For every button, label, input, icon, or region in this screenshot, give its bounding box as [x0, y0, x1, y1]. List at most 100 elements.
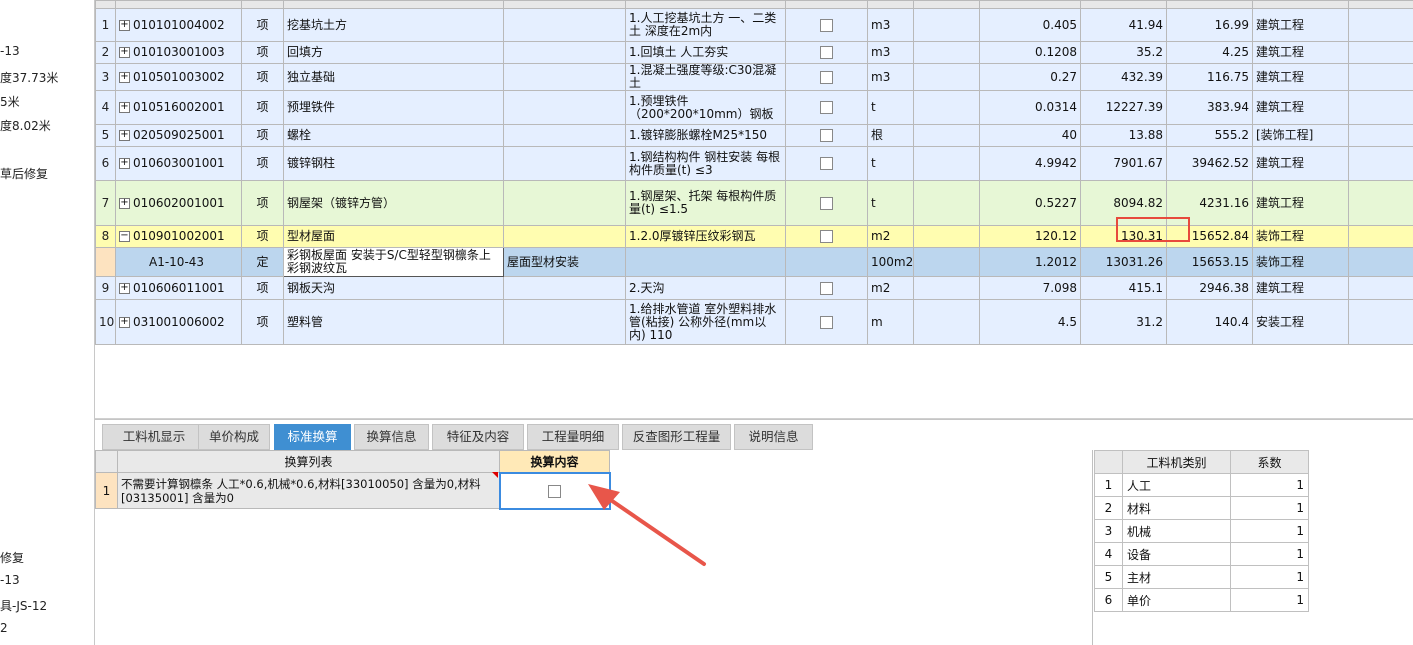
tab-conversion-info[interactable]: 换算信息 — [354, 424, 429, 450]
expand-icon[interactable]: + — [119, 102, 130, 113]
expand-icon[interactable]: + — [119, 158, 130, 169]
item-name[interactable]: 镀锌钢柱 — [283, 146, 504, 181]
tab-labor-material-machine[interactable]: 工料机显示 — [102, 424, 206, 450]
item-name[interactable]: 型材屋面 — [283, 225, 504, 248]
item-code-cell[interactable]: +010606011001 — [115, 276, 242, 300]
item-name[interactable]: 彩钢板屋面 安装于S/C型轻型钢檩条上 彩钢波纹瓦 — [283, 247, 504, 277]
item-name[interactable]: 挖基坑土方 — [283, 8, 504, 42]
table-row[interactable]: 6 +010603001001 项镀锌钢柱 1.钢结构构件 钢柱安装 每根构件质量(t… — [95, 146, 1413, 181]
checkbox-cell[interactable] — [785, 276, 868, 300]
checkbox-cell[interactable] — [785, 8, 868, 42]
item-name[interactable]: 钢屋架（镀锌方管） — [283, 180, 504, 226]
coef-value[interactable]: 1 — [1230, 519, 1309, 543]
coef-value[interactable]: 1 — [1230, 473, 1309, 497]
checkbox-cell[interactable] — [785, 90, 868, 125]
item-code-cell[interactable]: +010516002001 — [115, 90, 242, 125]
item-category: 建筑工程 — [1252, 8, 1349, 42]
coef-value[interactable]: 1 — [1230, 542, 1309, 566]
item-code: 010602001001 — [133, 195, 225, 210]
expand-icon[interactable]: + — [119, 282, 130, 294]
coef-value[interactable]: 1 — [1230, 496, 1309, 520]
item-code-cell[interactable]: +010602001001 — [115, 180, 242, 226]
tab-features[interactable]: 特征及内容 — [432, 424, 524, 450]
item-total: 2946.38 — [1166, 276, 1253, 300]
checkbox-cell[interactable] — [785, 146, 868, 181]
item-code-cell[interactable]: +010103001003 — [115, 41, 242, 64]
table-row[interactable]: 10 +031001006002 项塑料管 1.给排水管道 室外塑料排水管(粘接) 公… — [95, 299, 1413, 345]
tab-description[interactable]: 说明信息 — [734, 424, 813, 450]
coef-row[interactable]: 2 材料 1 — [1094, 496, 1309, 520]
item-name[interactable]: 塑料管 — [283, 299, 504, 345]
coef-row[interactable]: 3 机械 1 — [1094, 519, 1309, 543]
row-checkbox[interactable] — [820, 18, 833, 32]
row-checkbox[interactable] — [820, 101, 833, 114]
item-name[interactable]: 钢板天沟 — [283, 276, 504, 300]
item-code: 010516002001 — [133, 100, 225, 114]
row-checkbox[interactable] — [820, 281, 833, 295]
item-name[interactable]: 独立基础 — [283, 63, 504, 91]
checkbox-cell[interactable] — [785, 180, 868, 226]
item-code-cell[interactable]: +010603001001 — [115, 146, 242, 181]
coef-row[interactable]: 4 设备 1 — [1094, 542, 1309, 566]
tab-unit-price[interactable]: 单价构成 — [198, 424, 270, 450]
row-checkbox[interactable] — [820, 230, 833, 243]
item-code-cell[interactable]: +031001006002 — [115, 299, 242, 345]
expand-icon[interactable]: + — [119, 130, 130, 141]
table-row[interactable]: 2 +010103001003 项回填方 1.回填土 人工夯实 m3 0.1208 35.2… — [95, 41, 1413, 64]
row-checkbox[interactable] — [820, 129, 833, 142]
item-category: 建筑工程 — [1252, 180, 1349, 226]
table-row[interactable]: 9 +010606011001 项钢板天沟 2.天沟 m2 7.098 415.1 2946.… — [95, 276, 1413, 300]
item-unit-price: 7901.67 — [1080, 146, 1167, 181]
row-checkbox[interactable] — [820, 315, 833, 329]
coef-row[interactable]: 1 人工 1 — [1094, 473, 1309, 497]
expand-icon[interactable]: + — [119, 197, 130, 209]
expand-icon[interactable]: + — [119, 316, 130, 328]
empty-cell — [1348, 8, 1413, 42]
table-row[interactable]: 8−010901002001 项型材屋面 1.2.0厚镀锌压纹彩钢瓦 m2 120.12… — [95, 225, 1413, 248]
checkbox-cell[interactable] — [785, 225, 868, 248]
item-feature: 1.钢屋架、托架 每根构件质量(t) ≤1.5 — [625, 180, 786, 226]
coef-value[interactable]: 1 — [1230, 565, 1309, 589]
table-row[interactable]: 5 +020509025001 项螺栓 1.镀锌膨胀螺栓M25*150 根 40 13.88… — [95, 124, 1413, 147]
item-name[interactable]: 螺栓 — [283, 124, 504, 147]
item-code-cell[interactable]: −010901002001 — [115, 225, 242, 248]
item-extra — [503, 63, 626, 91]
left-text: 度37.73米 — [0, 71, 59, 85]
item-code-cell[interactable]: +010501003002 — [115, 63, 242, 91]
tab-quantity-detail[interactable]: 工程量明细 — [527, 424, 619, 450]
checkbox-cell[interactable] — [785, 247, 868, 277]
row-checkbox[interactable] — [820, 157, 833, 170]
row-checkbox[interactable] — [820, 70, 833, 84]
table-row[interactable]: 1 +010101004002 项挖基坑土方 1.人工挖基坑土方 一、二类土 深度在2… — [95, 8, 1413, 42]
item-quantity: 0.27 — [979, 63, 1081, 91]
checkbox-cell[interactable] — [785, 63, 868, 91]
coef-row[interactable]: 6 单价 1 — [1094, 588, 1309, 612]
expand-icon[interactable]: + — [119, 19, 130, 31]
coef-row[interactable]: 5 主材 1 — [1094, 565, 1309, 589]
item-code-cell[interactable]: +010101004002 — [115, 8, 242, 42]
item-code-cell[interactable]: A1-10-43 — [115, 247, 242, 277]
tab-reverse-quantity[interactable]: 反查图形工程量 — [622, 424, 731, 450]
checkbox-cell[interactable] — [785, 299, 868, 345]
item-name[interactable]: 预埋铁件 — [283, 90, 504, 125]
expand-icon[interactable]: + — [119, 71, 130, 83]
coef-value[interactable]: 1 — [1230, 588, 1309, 612]
item-code: 010501003002 — [133, 69, 225, 84]
checkbox-cell[interactable] — [785, 124, 868, 147]
conversion-row[interactable]: 1 不需要计算钢檩条 人工*0.6,机械*0.6,材料[33010050] 含量… — [95, 471, 611, 510]
table-row[interactable]: 7 +010602001001 项钢屋架（镀锌方管） 1.钢屋架、托架 每根构件质量(… — [95, 180, 1413, 226]
checkbox-cell[interactable] — [785, 41, 868, 64]
row-checkbox[interactable] — [820, 196, 833, 210]
item-name[interactable]: 回填方 — [283, 41, 504, 64]
table-row[interactable]: A1-10-43 定彩钢板屋面 安装于S/C型轻型钢檩条上 彩钢波纹瓦 屋面型材安装… — [95, 247, 1413, 277]
conversion-checkbox[interactable] — [548, 484, 561, 498]
expand-icon[interactable]: + — [119, 47, 130, 58]
item-code-cell[interactable]: +020509025001 — [115, 124, 242, 147]
row-checkbox[interactable] — [820, 46, 833, 59]
table-row[interactable]: 3 +010501003002 项独立基础 1.混凝土强度等级:C30混凝土 m3 0.2… — [95, 63, 1413, 91]
item-extra — [503, 90, 626, 125]
tab-standard-conversion[interactable]: 标准换算 — [274, 424, 351, 450]
table-row[interactable]: 4 +010516002001 项预埋铁件 1.预埋铁件（200*200*10mm）钢… — [95, 90, 1413, 125]
collapse-icon[interactable]: − — [119, 231, 130, 242]
item-type: 项 — [241, 90, 284, 125]
